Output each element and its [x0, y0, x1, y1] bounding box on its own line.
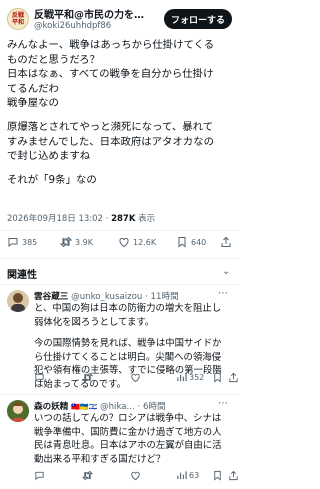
- reply-line-gap: [34, 329, 234, 337]
- divider: [0, 394, 240, 395]
- tweet-line: てるんだわ: [7, 82, 59, 95]
- reply-text: いつの話してんの？ロシアは戦争中、シナは 戦争準備中、国防費に金かけ過ぎて地方の…: [34, 412, 234, 466]
- tweet-line: 原爆落とされてやっと瀕死になって、暴れて: [7, 120, 214, 133]
- views-icon: [177, 373, 187, 382]
- tweet-line: みんなよー、戦争はあっちから仕掛けてくる: [7, 39, 215, 51]
- heart-icon: [119, 238, 129, 248]
- reply-bookmark-icon[interactable]: [212, 372, 223, 383]
- views-icon: [177, 471, 187, 480]
- reply-action-bar: 352: [34, 372, 238, 386]
- reply-heart-icon[interactable]: [130, 372, 141, 383]
- reply-author-flags: 🇹🇼🇺🇦🇮🇱: [71, 403, 98, 411]
- tweet-meta: 2026年09月18日 13:02 · 287K 表示: [7, 212, 155, 224]
- reply-views-count: 63: [189, 471, 200, 480]
- reply-heart-icon[interactable]: [130, 470, 141, 481]
- reply-line: 動出来る平和すぎる国だけど？: [34, 453, 166, 465]
- tweet-line: それが「9条」なの: [7, 173, 97, 186]
- reply-line: 弱体化を図ろうとしてます。: [34, 316, 155, 328]
- views-label: 表示: [138, 214, 156, 224]
- reply-button[interactable]: 385: [7, 236, 37, 248]
- reply-time[interactable]: 11時間: [151, 292, 179, 302]
- tweet-line-gap: [7, 111, 237, 120]
- reply-header: 雲谷蔵三 @unko_kusaizou · 11時間: [34, 290, 179, 302]
- reply-handle[interactable]: @hika...: [100, 402, 135, 412]
- retweet-count: 3.9K: [75, 237, 93, 247]
- reply-avatar[interactable]: [7, 290, 29, 312]
- reply-author-name[interactable]: 森の妖精: [34, 402, 68, 412]
- follow-button[interactable]: フォローする: [164, 9, 232, 29]
- divider: [0, 284, 240, 285]
- divider: [0, 258, 240, 259]
- reply-action-bar: 63: [34, 470, 238, 484]
- avatar-text-1: 反戦: [11, 12, 24, 19]
- bookmark-icon: [178, 237, 186, 248]
- header-dot: ·: [145, 292, 148, 302]
- more-options-icon[interactable]: ⋯: [218, 398, 228, 409]
- reply-handle[interactable]: @unko_kusaizou: [71, 292, 142, 302]
- tweet-line: 日本はなぁ、すべての戦争を自分から仕掛け: [7, 68, 214, 81]
- reply-line: と、中国の狗は日本の防衛力の増大を阻止し: [34, 303, 222, 314]
- author-name[interactable]: 反戦平和@市民の力を…: [34, 6, 144, 21]
- tweet-detail-view: 反戦 平和 反戦平和@市民の力を… @koki26uhhdpf86 フォローする…: [0, 0, 240, 489]
- reply-share-icon[interactable]: [228, 372, 239, 383]
- views-count: 287K: [111, 214, 136, 224]
- reply-retweet-icon[interactable]: [82, 470, 93, 481]
- reply-comment-icon[interactable]: [34, 470, 45, 481]
- reply-author-name[interactable]: 雲谷蔵三: [34, 292, 68, 302]
- like-button[interactable]: 12.6K: [118, 236, 156, 248]
- tweet-action-bar: 385 3.9K 12.6K 640: [0, 236, 240, 256]
- share-icon: [221, 236, 231, 247]
- reply-share-icon[interactable]: [228, 470, 239, 481]
- reply-post[interactable]: 雲谷蔵三 @unko_kusaizou · 11時間 ⋯ と、中国の狗は日本の防…: [0, 288, 240, 394]
- reply-bookmark-icon[interactable]: [212, 470, 223, 481]
- tweet-line-gap: [7, 164, 237, 173]
- bookmark-button[interactable]: 640: [176, 236, 206, 248]
- avatar-figure-icon: [11, 293, 25, 312]
- reply-views[interactable]: 63: [176, 470, 199, 481]
- more-options-icon[interactable]: ⋯: [218, 288, 228, 299]
- tweet-line: で封じ込めますね: [7, 150, 91, 163]
- reply-line: ら仕掛けてくることは明白。尖閣への領海侵: [34, 351, 222, 363]
- avatar-fairy-icon: [7, 400, 29, 422]
- reply-views[interactable]: 352: [176, 372, 204, 383]
- reply-time[interactable]: 6時間: [143, 402, 166, 412]
- retweet-icon: [60, 236, 72, 248]
- share-button[interactable]: [220, 236, 232, 248]
- reply-line: いつの話してんの？ロシアは戦争中、シナは: [34, 413, 222, 424]
- tweet-text: みんなよー、戦争はあっちから仕掛けてくる ものだと思うだろ？ 日本はなぁ、すべて…: [7, 38, 237, 187]
- header-dot: ·: [137, 402, 141, 412]
- avatar-text-2: 平和: [11, 19, 24, 26]
- author-handle[interactable]: @koki26uhhdpf86: [34, 21, 111, 31]
- reply-header: 森の妖精 🇹🇼🇺🇦🇮🇱 @hika... · 6時間: [34, 400, 166, 412]
- chevron-down-icon[interactable]: ⌄: [222, 266, 230, 277]
- reply-comment-icon[interactable]: [34, 372, 45, 383]
- reply-post[interactable]: 森の妖精 🇹🇼🇺🇦🇮🇱 @hika... · 6時間 ⋯ いつの話してんの？ロシ…: [0, 398, 240, 488]
- retweet-button[interactable]: 3.9K: [60, 236, 93, 248]
- divider: [0, 230, 240, 231]
- reply-sort-label[interactable]: 関連性: [7, 266, 37, 281]
- tweet-header: 反戦 平和 反戦平和@市民の力を… @koki26uhhdpf86 フォローする: [0, 0, 240, 40]
- tweet-line: ものだと思うだろ？: [7, 53, 100, 66]
- tweet-line: 戦争屋なの: [7, 97, 59, 110]
- bookmark-count: 640: [191, 237, 207, 247]
- tweet-line: すみませんでした、日本政府はアタオカなの: [7, 135, 214, 148]
- reply-line: 今の国際情勢を見れば、戦争は中国サイドか: [34, 338, 222, 350]
- like-count: 12.6K: [133, 237, 157, 247]
- reply-views-count: 352: [189, 373, 205, 382]
- author-avatar[interactable]: 反戦 平和: [7, 8, 29, 30]
- reply-avatar[interactable]: [7, 400, 29, 422]
- reply-line: 戦争準備中、国防費に金かけ過ぎて地方の人: [34, 426, 222, 438]
- reply-icon: [8, 238, 18, 248]
- reply-count: 385: [22, 237, 38, 247]
- reply-retweet-icon[interactable]: [82, 372, 93, 383]
- reply-line: 民は青息吐息。日本はアホの左翼が自由に活: [34, 440, 222, 452]
- tweet-timestamp[interactable]: 2026年09月18日 13:02: [7, 214, 103, 224]
